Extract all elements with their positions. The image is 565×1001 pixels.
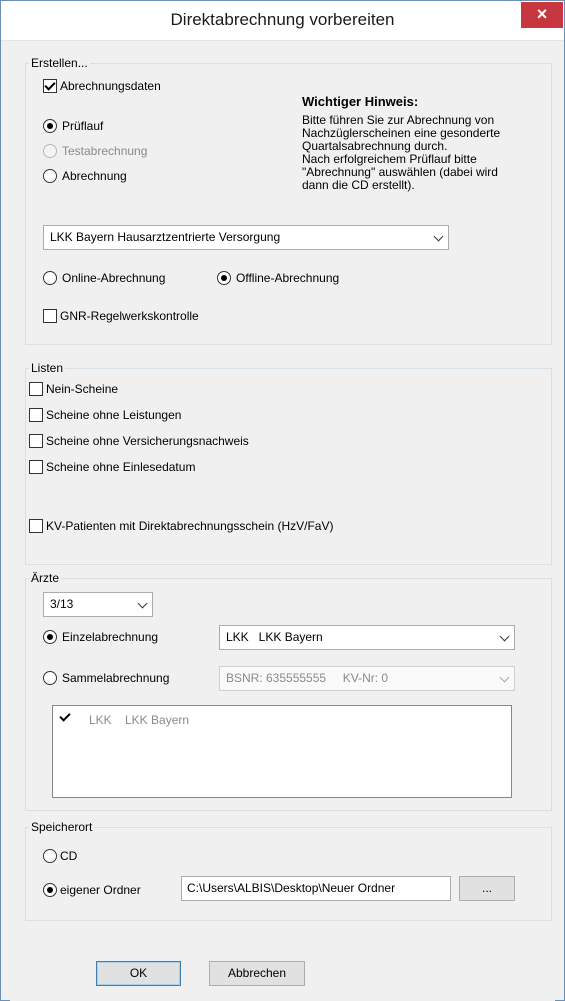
label-scheine-ohne-einlesedatum[interactable]: Scheine ohne Einlesedatum (46, 460, 195, 474)
kasse-select[interactable]: LKK Bayern Hausarztzentrierte Versorgung (43, 225, 449, 250)
ok-button[interactable]: OK (96, 961, 181, 986)
radio-einzelabrechnung-label[interactable]: Einzelabrechnung (62, 630, 158, 644)
gnr-checkbox[interactable] (43, 309, 57, 323)
note-title: Wichtiger Hinweis: (302, 94, 419, 109)
quarter-select[interactable]: 3/13 (43, 592, 153, 617)
chevron-down-icon (499, 672, 510, 683)
radio-eigener-ordner-label[interactable]: eigener Ordner (60, 883, 141, 897)
radio-offline-abrechnung[interactable] (217, 271, 231, 285)
chevron-down-icon (499, 631, 510, 642)
kasse-select-value: LKK Bayern Hausarztzentrierte Versorgung (50, 230, 281, 244)
browse-button[interactable]: ... (459, 876, 515, 901)
checkbox-scheine-ohne-versicherungsnachweis[interactable] (29, 434, 43, 448)
aerzte-list-item-name: LKK Bayern (125, 713, 190, 727)
cancel-button[interactable]: Abbrechen (209, 961, 305, 986)
radio-sammelabrechnung[interactable] (43, 671, 57, 685)
sammel-select-value: BSNR: 635555555 KV-Nr: 0 (226, 671, 389, 685)
radio-testabrechnung[interactable] (43, 144, 57, 158)
checkbox-scheine-ohne-leistungen[interactable] (29, 408, 43, 422)
gnr-label[interactable]: GNR-Regelwerkskontrolle (60, 309, 199, 323)
aerzte-list-item-checkbox[interactable] (59, 711, 73, 725)
browse-button-label: ... (481, 881, 492, 895)
close-button[interactable]: × (521, 2, 563, 28)
ok-button-label: OK (129, 966, 148, 980)
label-scheine-ohne-versicherungsnachweis[interactable]: Scheine ohne Versicherungsnachweis (46, 434, 249, 448)
group-listen: Listen Nein-Scheine Scheine ohne Leistun… (25, 361, 552, 565)
checkbox-scheine-ohne-einlesedatum[interactable] (29, 460, 43, 474)
checkbox-nein-scheine[interactable] (29, 382, 43, 396)
radio-einzelabrechnung[interactable] (43, 630, 57, 644)
radio-abrechnung[interactable] (43, 169, 57, 183)
einzel-select-value: LKK LKK Bayern (226, 630, 323, 644)
group-speicherort-legend: Speicherort (29, 820, 95, 834)
sammel-select[interactable]: BSNR: 635555555 KV-Nr: 0 (219, 666, 515, 691)
dialog-window: Direktabrechnung vorbereiten × Erstellen… (0, 0, 565, 1001)
label-nein-scheine[interactable]: Nein-Scheine (46, 382, 118, 396)
abrechnungsdaten-label[interactable]: Abrechnungsdaten (60, 79, 161, 93)
aerzte-listbox[interactable]: LKK LKK Bayern (52, 705, 512, 798)
radio-cd-label[interactable]: CD (60, 849, 77, 863)
radio-prueflauf-label[interactable]: Prüflauf (62, 119, 103, 133)
group-speicherort: Speicherort CD eigener Ordner C:\Users\A… (25, 820, 552, 921)
chevron-down-icon (137, 598, 148, 609)
group-aerzte-legend: Ärzte (29, 571, 62, 585)
note-text: Bitte führen Sie zur Abrechnung von Nach… (302, 114, 552, 192)
path-input[interactable]: C:\Users\ALBIS\Desktop\Neuer Ordner (181, 876, 451, 901)
checkbox-kv-patienten[interactable] (29, 519, 43, 533)
radio-cd[interactable] (43, 849, 57, 863)
dialog-content: Erstellen... Abrechnungsdaten Prüflauf T… (10, 41, 555, 1001)
radio-sammelabrechnung-label[interactable]: Sammelabrechnung (62, 671, 169, 685)
group-aerzte: Ärzte 3/13 Einzelabrechnung LKK LKK Baye… (25, 571, 552, 811)
radio-testabrechnung-label[interactable]: Testabrechnung (62, 144, 147, 158)
radio-online-abrechnung-label[interactable]: Online-Abrechnung (62, 271, 165, 285)
radio-online-abrechnung[interactable] (43, 271, 57, 285)
group-listen-legend: Listen (29, 361, 66, 375)
label-scheine-ohne-leistungen[interactable]: Scheine ohne Leistungen (46, 408, 181, 422)
group-erstellen: Erstellen... Abrechnungsdaten Prüflauf T… (25, 56, 552, 345)
path-input-value: C:\Users\ALBIS\Desktop\Neuer Ordner (187, 881, 396, 895)
title-bar[interactable]: Direktabrechnung vorbereiten × (1, 1, 564, 41)
radio-offline-abrechnung-label[interactable]: Offline-Abrechnung (236, 271, 339, 285)
chevron-down-icon (433, 231, 444, 242)
radio-prueflauf[interactable] (43, 119, 57, 133)
close-icon: × (536, 4, 548, 24)
cancel-button-label: Abbrechen (227, 966, 287, 980)
radio-abrechnung-label[interactable]: Abrechnung (62, 169, 127, 183)
einzel-select[interactable]: LKK LKK Bayern (219, 625, 515, 650)
aerzte-list-item-code: LKK (89, 713, 112, 727)
window-title: Direktabrechnung vorbereiten (170, 10, 395, 29)
quarter-select-value: 3/13 (50, 597, 74, 611)
abrechnungsdaten-checkbox[interactable] (43, 79, 57, 93)
group-erstellen-legend: Erstellen... (29, 56, 90, 70)
note-line: dann die CD erstellt). (302, 178, 415, 192)
label-kv-patienten[interactable]: KV-Patienten mit Direktabrechnungsschein… (46, 519, 333, 533)
radio-eigener-ordner[interactable] (43, 883, 57, 897)
